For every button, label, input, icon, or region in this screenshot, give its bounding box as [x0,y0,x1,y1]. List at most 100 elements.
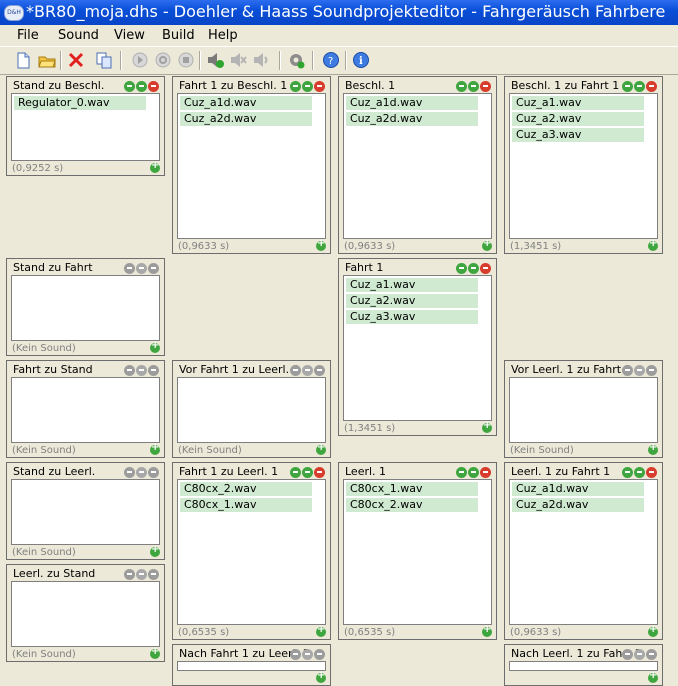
sound-mid-icon[interactable] [252,51,270,69]
sound-panel[interactable]: Stand zu Beschl. Regulator_0.wav (0,9252… [6,76,165,176]
arrow-right-icon[interactable] [634,649,645,660]
arrow-right-icon[interactable] [302,365,313,376]
list-item[interactable]: Cuz_a2.wav [346,294,478,308]
settings-icon[interactable] [287,51,305,69]
arrow-right-icon[interactable] [136,263,147,274]
sound-panel[interactable]: Stand zu Leerl. (Kein Sound) [6,462,165,560]
play-icon[interactable] [131,51,149,69]
sound-list[interactable] [177,377,326,443]
list-item[interactable]: Cuz_a1d.wav [346,96,478,110]
sound-panel[interactable]: Fahrt zu Stand (Kein Sound) [6,360,165,458]
help-icon[interactable]: ? [322,51,340,69]
add-icon[interactable] [316,670,326,683]
arrow-right-icon[interactable] [634,365,645,376]
sound-list[interactable]: C80cx_2.wav C80cx_1.wav [177,479,326,625]
arrow-right-icon[interactable] [136,569,147,580]
arrow-right-icon[interactable] [634,467,645,478]
sound-panel[interactable]: Fahrt 1 zu Leerl. 1 C80cx_2.wav C80cx_1.w… [172,462,331,640]
list-item[interactable]: Regulator_0.wav [14,96,146,110]
list-item[interactable]: C80cx_1.wav [346,482,478,496]
arrow-left-icon[interactable] [124,467,135,478]
sound-panel[interactable]: Leerl. zu Stand (Kein Sound) [6,564,165,662]
add-icon[interactable] [648,238,658,251]
sound-list[interactable]: Regulator_0.wav [11,93,160,161]
sound-panel[interactable]: Vor Leerl. 1 zu Fahrt 1 (Kein Sound) [504,360,663,458]
remove-icon[interactable] [148,569,159,580]
arrow-right-icon[interactable] [634,81,645,92]
sound-panel[interactable]: Stand zu Fahrt (Kein Sound) [6,258,165,356]
remove-icon[interactable] [480,467,491,478]
sound-panel[interactable]: Fahrt 1 zu Beschl. 1 Cuz_a1d.wav Cuz_a2d.… [172,76,331,254]
arrow-left-icon[interactable] [622,365,633,376]
new-icon[interactable] [14,51,32,69]
delete-icon[interactable] [67,51,85,69]
menu-file[interactable]: File [17,28,39,43]
sound-list[interactable]: Cuz_a1d.wav Cuz_a2d.wav [343,93,492,239]
add-icon[interactable] [482,420,492,433]
arrow-right-icon[interactable] [136,365,147,376]
sound-on-icon[interactable] [206,51,224,69]
sound-list[interactable]: Cuz_a1.wav Cuz_a2.wav Cuz_a3.wav [509,93,658,239]
arrow-left-icon[interactable] [290,649,301,660]
remove-icon[interactable] [646,467,657,478]
sound-list[interactable] [11,275,160,341]
arrow-left-icon[interactable] [456,81,467,92]
list-item[interactable]: Cuz_a2d.wav [512,498,644,512]
add-icon[interactable] [648,442,658,455]
app-icon[interactable]: D&H [4,5,24,21]
add-icon[interactable] [150,544,160,557]
arrow-right-icon[interactable] [302,649,313,660]
list-item[interactable]: C80cx_2.wav [346,498,478,512]
arrow-right-icon[interactable] [468,467,479,478]
sound-list[interactable] [509,377,658,443]
arrow-left-icon[interactable] [622,649,633,660]
remove-icon[interactable] [314,365,325,376]
arrow-right-icon[interactable] [302,81,313,92]
arrow-left-icon[interactable] [290,81,301,92]
sound-list[interactable]: Cuz_a1d.wav Cuz_a2d.wav [177,93,326,239]
list-item[interactable]: Cuz_a3.wav [346,310,478,324]
arrow-right-icon[interactable] [468,263,479,274]
sound-list[interactable] [509,661,658,671]
remove-icon[interactable] [314,649,325,660]
menu-help[interactable]: Help [208,28,238,43]
arrow-right-icon[interactable] [468,81,479,92]
open-icon[interactable] [38,51,56,69]
sound-panel[interactable]: Nach Fahrt 1 zu Leerl. 1 [172,644,331,686]
sound-panel[interactable]: Beschl. 1 Cuz_a1d.wav Cuz_a2d.wav (0,9633… [338,76,497,254]
remove-icon[interactable] [646,365,657,376]
sound-panel[interactable]: Vor Fahrt 1 zu Leerl. 1 (Kein Sound) [172,360,331,458]
loop-icon[interactable] [154,51,172,69]
add-icon[interactable] [316,624,326,637]
sound-list[interactable] [11,479,160,545]
arrow-right-icon[interactable] [136,81,147,92]
sound-panel[interactable]: Fahrt 1 Cuz_a1.wav Cuz_a2.wav Cuz_a3.wav (… [338,258,497,436]
add-icon[interactable] [316,442,326,455]
arrow-left-icon[interactable] [124,263,135,274]
add-icon[interactable] [648,624,658,637]
arrow-left-icon[interactable] [290,365,301,376]
arrow-left-icon[interactable] [456,263,467,274]
remove-icon[interactable] [314,81,325,92]
sound-list[interactable]: C80cx_1.wav C80cx_2.wav [343,479,492,625]
list-item[interactable]: Cuz_a1.wav [346,278,478,292]
add-icon[interactable] [150,340,160,353]
list-item[interactable]: Cuz_a1.wav [512,96,644,110]
arrow-left-icon[interactable] [622,81,633,92]
remove-icon[interactable] [646,649,657,660]
add-icon[interactable] [150,442,160,455]
arrow-right-icon[interactable] [302,467,313,478]
arrow-left-icon[interactable] [290,467,301,478]
remove-icon[interactable] [480,81,491,92]
arrow-left-icon[interactable] [124,365,135,376]
add-icon[interactable] [482,238,492,251]
list-item[interactable]: Cuz_a2d.wav [346,112,478,126]
remove-icon[interactable] [148,467,159,478]
sound-panel[interactable]: Beschl. 1 zu Fahrt 1 Cuz_a1.wav Cuz_a2.wa… [504,76,663,254]
remove-icon[interactable] [148,263,159,274]
add-icon[interactable] [150,646,160,659]
list-item[interactable]: Cuz_a1d.wav [512,482,644,496]
menu-build[interactable]: Build [162,28,195,43]
list-item[interactable]: C80cx_2.wav [180,482,312,496]
menu-view[interactable]: View [114,28,145,43]
